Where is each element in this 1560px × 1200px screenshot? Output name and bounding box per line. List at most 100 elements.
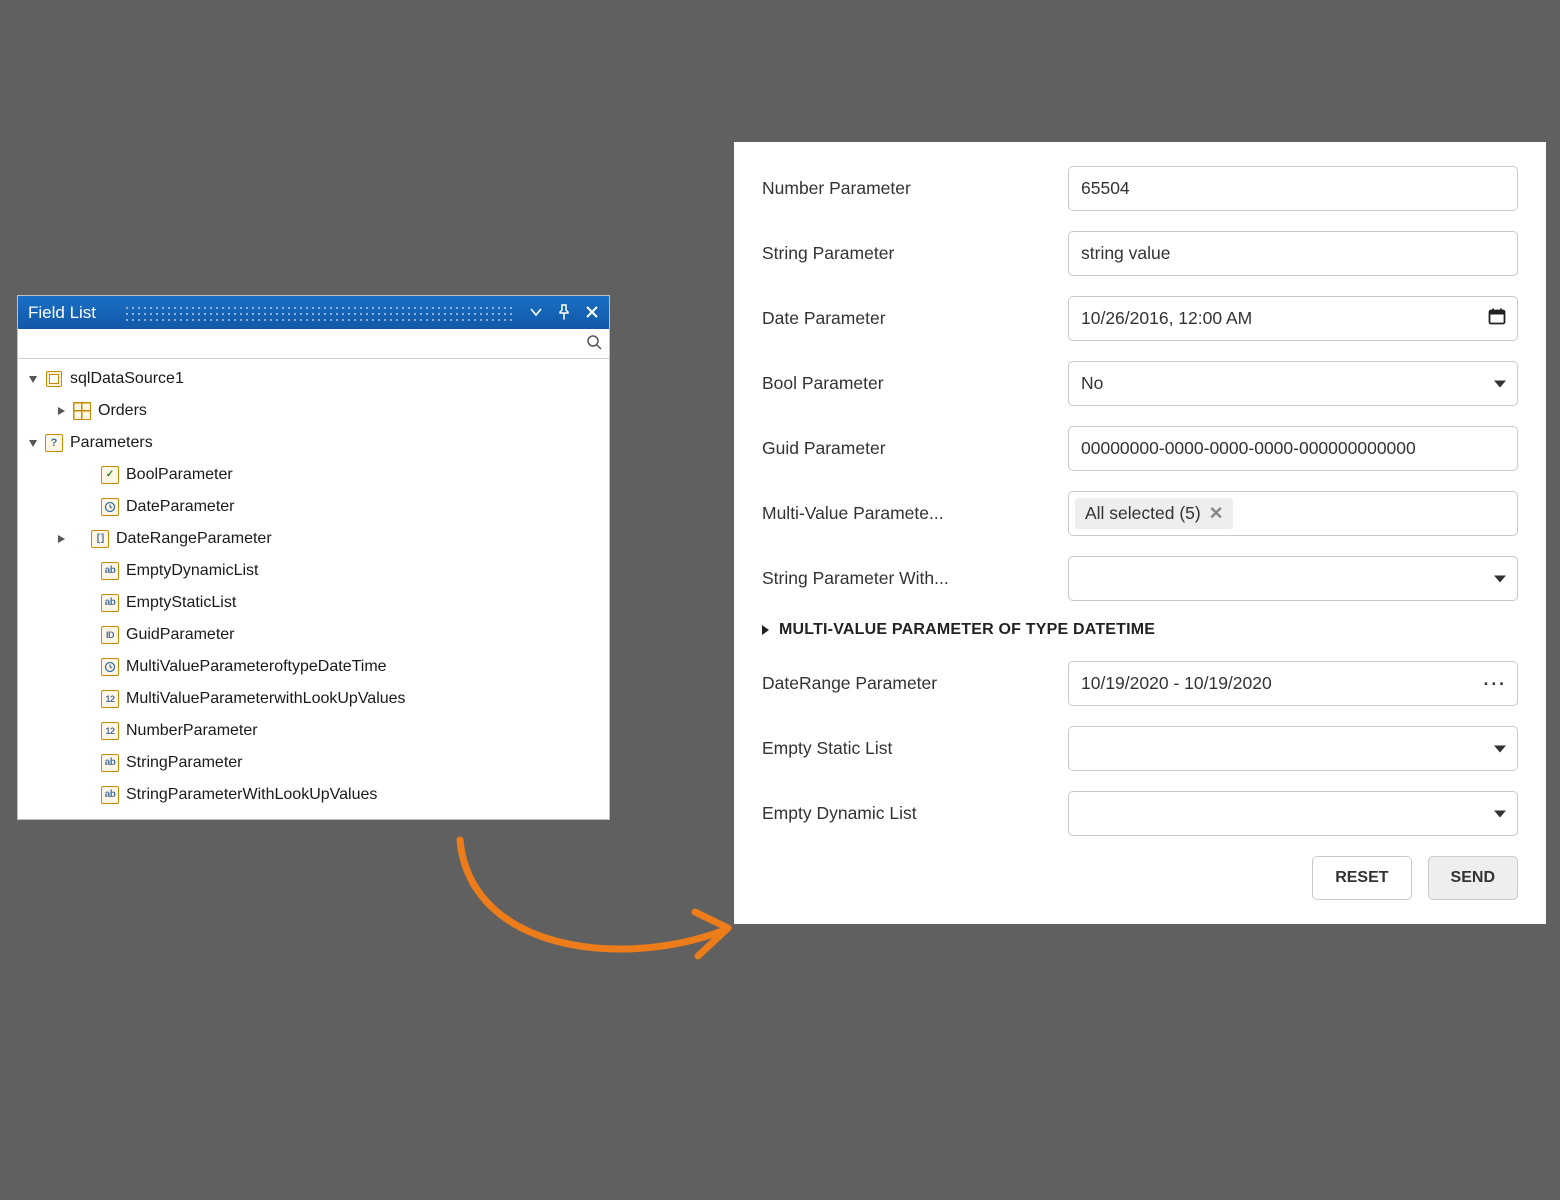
section-multivalue-datetime[interactable]: MULTI-VALUE PARAMETER OF TYPE DATETIME	[762, 621, 1518, 639]
field-list-panel: Field List sqlDataSource1	[17, 295, 610, 820]
clock-icon	[100, 497, 120, 517]
orders-label: Orders	[96, 402, 147, 420]
close-icon[interactable]	[581, 300, 603, 324]
datasource-label: sqlDataSource1	[68, 370, 184, 388]
number-parameter-field[interactable]	[1068, 166, 1518, 211]
param-label: StringParameter	[124, 754, 243, 772]
tree-node-datasource[interactable]: sqlDataSource1	[18, 363, 609, 395]
param-row-empty-static: Empty Static List	[762, 726, 1518, 771]
daterange-field[interactable]: 10/19/2020 - 10/19/2020 ···	[1068, 661, 1518, 706]
field-tree: sqlDataSource1 Orders Parameters BoolPar…	[18, 359, 609, 819]
param-label: EmptyDynamicList	[124, 562, 258, 580]
guid-parameter-input[interactable]	[1081, 438, 1505, 459]
multivalue-chip[interactable]: All selected (5) ✕	[1075, 498, 1233, 529]
tree-node-empty-dynamic-list[interactable]: EmptyDynamicList	[18, 555, 609, 587]
id-icon	[100, 625, 120, 645]
tree-node-daterange-parameter[interactable]: DateRangeParameter	[18, 523, 609, 555]
tree-node-orders[interactable]: Orders	[18, 395, 609, 427]
ellipsis-icon[interactable]: ···	[1484, 673, 1507, 694]
field-list-title: Field List	[28, 303, 96, 323]
string-parameter-field[interactable]	[1068, 231, 1518, 276]
bool-parameter-select[interactable]: No	[1068, 361, 1518, 406]
param-label: EmptyStaticList	[124, 594, 236, 612]
empty-dynamic-select[interactable]	[1068, 791, 1518, 836]
daterange-value: 10/19/2020 - 10/19/2020	[1081, 673, 1272, 694]
multivalue-parameter-field[interactable]: All selected (5) ✕	[1068, 491, 1518, 536]
send-button[interactable]: SEND	[1428, 856, 1518, 900]
chevron-down-icon[interactable]	[1493, 803, 1507, 824]
tree-node-bool-parameter[interactable]: BoolParameter	[18, 459, 609, 491]
param-row-number: Number Parameter	[762, 166, 1518, 211]
tree-node-multivalue-lookup[interactable]: MultiValueParameterwithLookUpValues	[18, 683, 609, 715]
date-parameter-field[interactable]: 10/26/2016, 12:00 AM	[1068, 296, 1518, 341]
guid-parameter-field[interactable]	[1068, 426, 1518, 471]
datasource-icon	[44, 369, 64, 389]
param-label: GuidParameter	[124, 626, 235, 644]
number-icon	[100, 721, 120, 741]
string-icon	[100, 753, 120, 773]
param-label: DateParameter	[124, 498, 235, 516]
expand-icon[interactable]	[54, 532, 68, 546]
pin-icon[interactable]	[553, 300, 575, 324]
chevron-down-icon[interactable]	[1493, 738, 1507, 759]
param-row-date: Date Parameter 10/26/2016, 12:00 AM	[762, 296, 1518, 341]
parameters-panel: Number Parameter String Parameter Date P…	[734, 142, 1546, 924]
expand-icon[interactable]	[26, 436, 40, 450]
tree-node-number-parameter[interactable]: NumberParameter	[18, 715, 609, 747]
daterange-label: DateRange Parameter	[762, 673, 1052, 694]
tree-node-empty-static-list[interactable]: EmptyStaticList	[18, 587, 609, 619]
search-icon[interactable]	[586, 334, 603, 354]
bool-parameter-value: No	[1081, 373, 1103, 394]
tree-node-string-parameter[interactable]: StringParameter	[18, 747, 609, 779]
multivalue-chip-label: All selected (5)	[1085, 503, 1201, 524]
param-label: DateRangeParameter	[114, 530, 272, 548]
param-row-empty-dynamic: Empty Dynamic List	[762, 791, 1518, 836]
tree-node-date-parameter[interactable]: DateParameter	[18, 491, 609, 523]
expand-icon[interactable]	[26, 372, 40, 386]
expand-icon[interactable]	[54, 404, 68, 418]
param-label: BoolParameter	[124, 466, 233, 484]
date-parameter-value: 10/26/2016, 12:00 AM	[1081, 308, 1252, 329]
search-row	[18, 329, 609, 359]
number-parameter-input[interactable]	[1081, 178, 1505, 199]
calendar-icon[interactable]	[1487, 306, 1507, 331]
empty-dynamic-label: Empty Dynamic List	[762, 803, 1052, 824]
titlebar-grip[interactable]	[126, 307, 515, 321]
bool-icon	[100, 465, 120, 485]
string-parameter-input[interactable]	[1081, 243, 1505, 264]
table-icon	[72, 401, 92, 421]
string-lookup-select[interactable]	[1068, 556, 1518, 601]
reset-button[interactable]: RESET	[1312, 856, 1411, 900]
guid-parameter-label: Guid Parameter	[762, 438, 1052, 459]
tree-node-parameters[interactable]: Parameters	[18, 427, 609, 459]
date-parameter-label: Date Parameter	[762, 308, 1052, 329]
param-label: MultiValueParameterwithLookUpValues	[124, 690, 406, 708]
string-parameter-label: String Parameter	[762, 243, 1052, 264]
clock-icon	[100, 657, 120, 677]
collapse-icon[interactable]	[762, 625, 769, 635]
param-label: MultiValueParameteroftypeDateTime	[124, 658, 387, 676]
chevron-down-icon[interactable]	[1493, 373, 1507, 394]
string-lookup-label: String Parameter With...	[762, 568, 1052, 589]
tree-node-multivalue-datetime[interactable]: MultiValueParameteroftypeDateTime	[18, 651, 609, 683]
param-row-daterange: DateRange Parameter 10/19/2020 - 10/19/2…	[762, 661, 1518, 706]
param-row-guid: Guid Parameter	[762, 426, 1518, 471]
field-list-titlebar[interactable]: Field List	[18, 296, 609, 329]
param-label: NumberParameter	[124, 722, 258, 740]
string-icon	[100, 785, 120, 805]
param-row-string-lookup: String Parameter With...	[762, 556, 1518, 601]
search-input[interactable]	[24, 332, 586, 356]
empty-static-label: Empty Static List	[762, 738, 1052, 759]
dropdown-icon[interactable]	[525, 300, 547, 324]
param-row-string: String Parameter	[762, 231, 1518, 276]
tree-node-guid-parameter[interactable]: GuidParameter	[18, 619, 609, 651]
empty-static-select[interactable]	[1068, 726, 1518, 771]
button-row: RESET SEND	[762, 856, 1518, 900]
tree-node-string-parameter-lookup[interactable]: StringParameterWithLookUpValues	[18, 779, 609, 811]
chip-remove-icon[interactable]: ✕	[1209, 503, 1224, 524]
brackets-icon	[90, 529, 110, 549]
param-row-bool: Bool Parameter No	[762, 361, 1518, 406]
chevron-down-icon[interactable]	[1493, 568, 1507, 589]
param-row-multivalue: Multi-Value Paramete... All selected (5)…	[762, 491, 1518, 536]
string-icon	[100, 593, 120, 613]
